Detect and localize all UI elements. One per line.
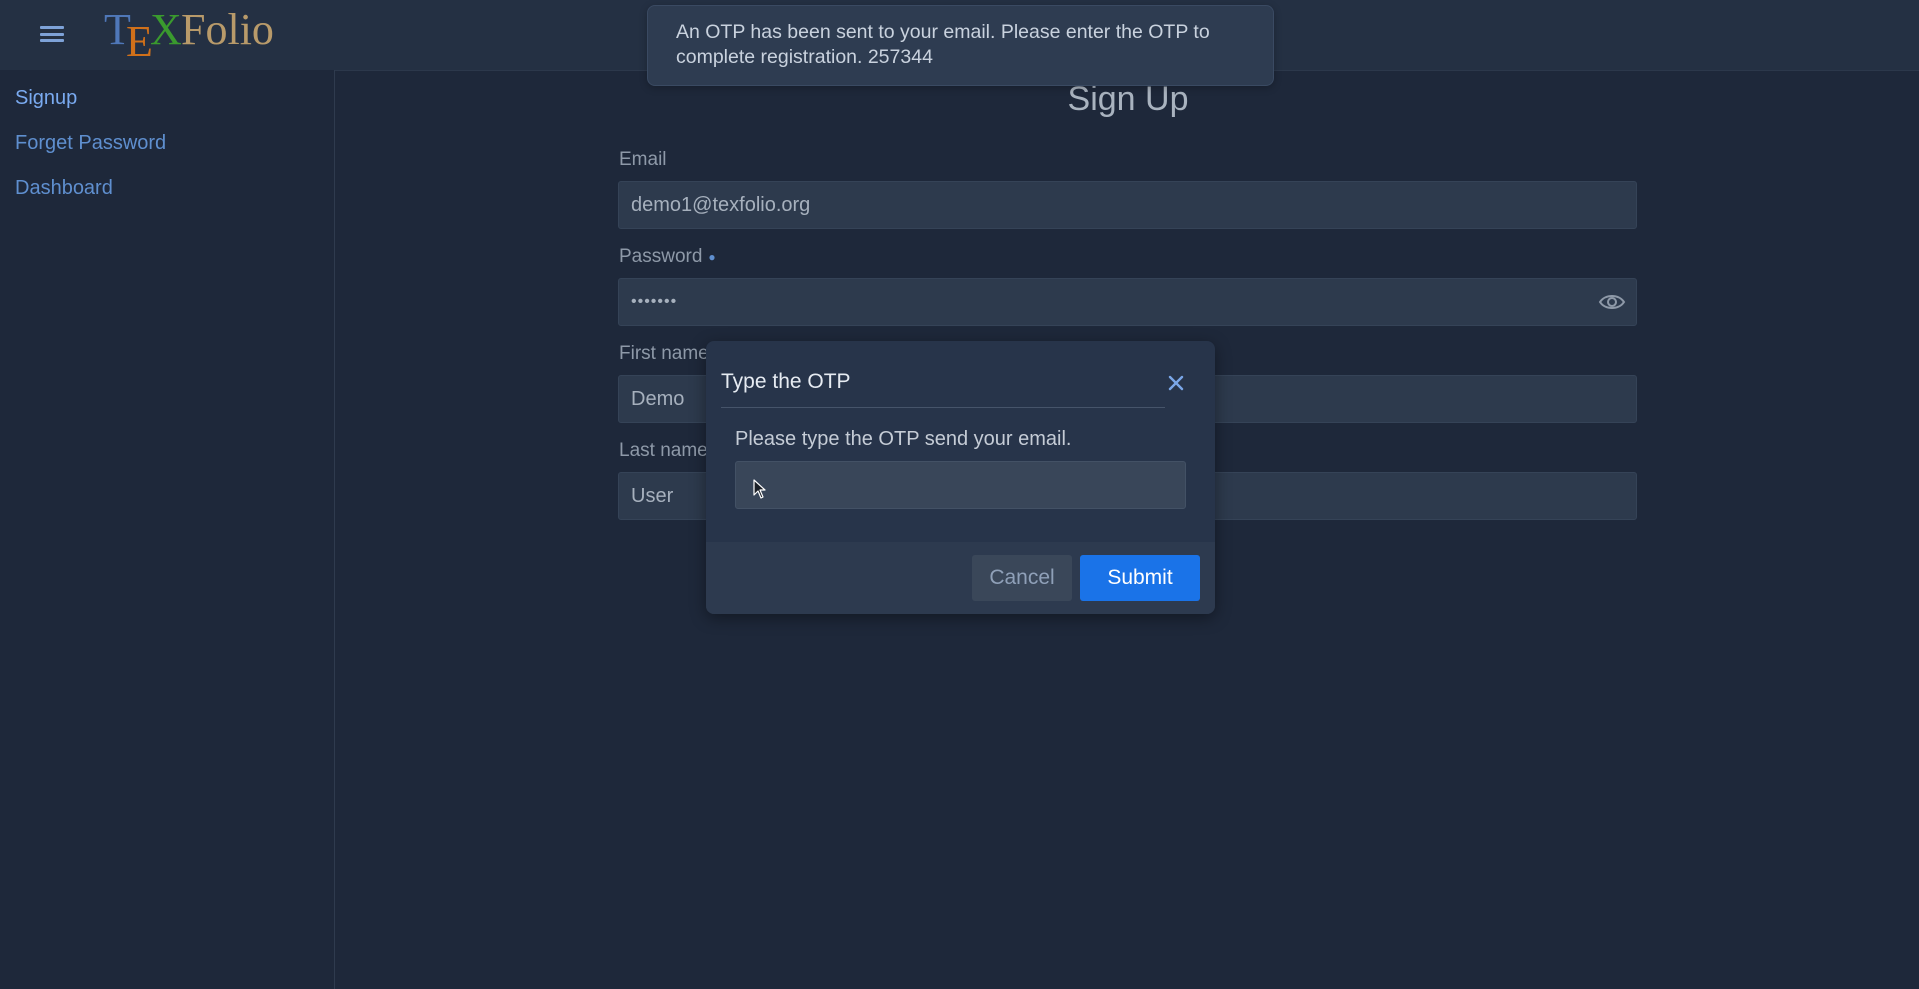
sidebar-item-signup[interactable]: Signup	[15, 87, 77, 110]
last-name-value: User	[631, 484, 674, 507]
close-icon[interactable]	[1162, 369, 1190, 397]
dialog-header: Type the OTP	[721, 367, 1165, 408]
sidebar: Signup Forget Password Dashboard	[0, 70, 335, 989]
email-field[interactable]: demo1@texfolio.org	[618, 181, 1637, 229]
sidebar-item-forget-password[interactable]: Forget Password	[15, 132, 166, 155]
sidebar-item-dashboard[interactable]: Dashboard	[15, 177, 113, 200]
mouse-cursor-icon	[753, 479, 766, 499]
first-name-value: Demo	[631, 387, 685, 410]
dialog-footer: Cancel Submit	[706, 542, 1215, 614]
email-label: Email	[619, 149, 667, 170]
hamburger-icon[interactable]	[40, 24, 64, 44]
submit-button[interactable]: Submit	[1080, 555, 1200, 601]
otp-input[interactable]	[735, 461, 1186, 509]
dialog-message: Please type the OTP send your email.	[735, 428, 1072, 450]
email-value: demo1@texfolio.org	[631, 193, 811, 216]
cancel-button[interactable]: Cancel	[972, 555, 1072, 601]
otp-dialog: Type the OTP Please type the OTP send yo…	[706, 341, 1215, 614]
texfolio-logo[interactable]: T E X Folio	[104, 4, 304, 60]
svg-text:Folio: Folio	[181, 5, 274, 54]
last-name-label: Last name	[619, 440, 708, 461]
first-name-label: First name	[619, 343, 709, 364]
password-value: •••••••	[631, 293, 678, 310]
otp-toast: An OTP has been sent to your email. Plea…	[647, 5, 1274, 86]
eye-icon[interactable]	[1598, 291, 1626, 313]
svg-text:E: E	[126, 17, 153, 60]
dialog-title: Type the OTP	[721, 370, 851, 393]
password-label: Password ●	[619, 246, 716, 267]
password-field[interactable]: •••••••	[618, 278, 1637, 326]
svg-text:X: X	[150, 5, 182, 54]
required-dot-icon: ●	[708, 249, 716, 264]
